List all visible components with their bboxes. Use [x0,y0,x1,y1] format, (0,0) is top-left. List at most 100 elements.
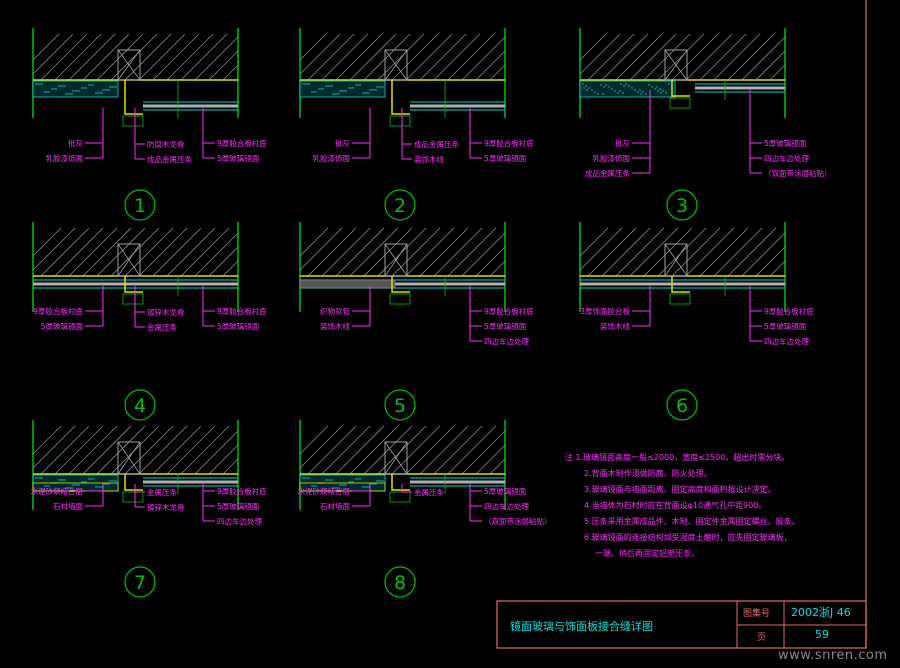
hatch-line [32,425,76,469]
plaster-dot [101,92,103,94]
plaster-dot [588,87,590,89]
hatch-line [587,227,637,277]
metal-trim [391,80,410,115]
plaster-dot [76,90,78,92]
hatch-line [208,246,239,277]
plaster-dot [343,90,345,92]
plaster-dot [72,90,74,92]
plaster-dot [81,87,83,89]
plaster-dot [339,484,341,486]
hatch-line [307,33,355,81]
hatch-line [391,33,439,81]
hatch-line [299,227,343,271]
plaster-dot [336,93,338,95]
label-left: 乳胶漆饰面 [46,153,84,163]
plaster-dot [311,91,313,93]
plaster-dot [83,87,85,89]
label-right: 5厚玻璃镜面 [764,138,807,148]
detail-number: 8 [394,572,406,594]
plaster-dot [375,483,377,485]
hatch-line [96,33,144,81]
plaster-dot [648,84,650,86]
note-line: 3.玻璃镜面与墙面距离、固定高度和面积按设计决定。 [584,485,776,494]
hatch-line [727,227,777,277]
detail-number: 3 [676,195,688,217]
detail-6: 3厚饰面胶合板装饰木线 9厚胶合板衬底 5厚玻璃镜面四边车边处理 6 [579,222,814,421]
plaster-dot [302,477,304,479]
hatch-line [124,227,174,277]
label-left: 装饰木线 [600,321,630,331]
hatch-line [82,33,130,81]
hatch-line [299,425,329,455]
plaster-dot [359,478,361,480]
plaster-dot [308,83,310,85]
label-left: 水泥砂浆结合层 [31,486,84,496]
label-right: 四边车边处理 [484,501,529,511]
plaster-dot [60,479,62,481]
plaster-dot [97,486,99,488]
plaster-dot [366,92,368,94]
plaster-dot [109,480,111,482]
detail-number: 2 [394,195,406,217]
label-left: 石材墙面 [320,501,350,511]
hatch-line [68,425,118,475]
hatch-line [475,444,506,475]
plaster-dot [594,91,596,93]
hatch-line [419,425,469,475]
hatch-line [194,232,239,277]
plaster-dot [306,477,308,479]
label-right: 9厚胶合板衬底 [217,138,267,148]
hatch-line [166,227,216,277]
plaster-dot [64,479,66,481]
plaster-dot [656,86,658,88]
hatch-line [587,33,635,81]
plaster-dot [369,89,371,91]
plaster-dot [622,92,624,94]
plaster-dot [306,83,308,85]
label-left: 水泥砂浆结合层 [298,486,351,496]
label-center: 装饰木线 [414,154,444,164]
label-left: 装饰木线 [320,321,350,331]
hatch-line [755,246,786,277]
plaster-dot [341,484,343,486]
note-line: 注 1.玻璃镜面高度一般≤2000，宽度≤2500，超出时需分块。 [565,453,790,462]
dimension-box [122,491,144,503]
plaster-dot [41,477,43,479]
plaster-dot [85,87,87,89]
plaster-dot [48,91,50,93]
hatch-line [447,425,497,475]
plaster-dot [645,93,647,95]
label-right: 9厚胶合板衬底 [217,306,267,316]
plaster-dot [380,480,382,482]
hatch-line [32,227,62,257]
plaster-dot [617,92,619,94]
plaster-dot [95,92,97,94]
label-left: 批灰 [615,138,630,148]
hatch-line [363,227,413,277]
plaster-dot [325,479,327,481]
plaster-dot [67,93,69,95]
hatch-line [180,227,230,277]
detail-number: 4 [134,395,146,417]
plaster-dot [325,85,327,87]
hatch-line [54,227,104,277]
hatch-line [307,425,357,475]
plaster-dot [55,88,57,90]
hatch-line [601,227,651,277]
plaster-dot [78,484,80,486]
hatch-line [222,458,239,475]
hatch-line [433,227,483,277]
label-center: 金属压条 [147,487,177,497]
hatch-line [68,227,118,277]
detail-number: 7 [134,572,146,594]
detail-7: 水泥砂浆结合层石材墙面 金属压条镀锌木龙骨 9厚胶合板衬底 5厚玻璃镜面四边车边处理 7 [31,420,267,598]
hatch-line [433,33,481,81]
plaster-dot [623,85,625,87]
plaster-dot [115,86,117,88]
label-right: （双面带涂层粘贴） [764,168,832,178]
plaster-dot [631,87,633,89]
hatch-line [671,227,721,277]
plaster-dot [113,480,115,482]
hatch-line [32,425,62,455]
plaster-dot [90,84,92,86]
